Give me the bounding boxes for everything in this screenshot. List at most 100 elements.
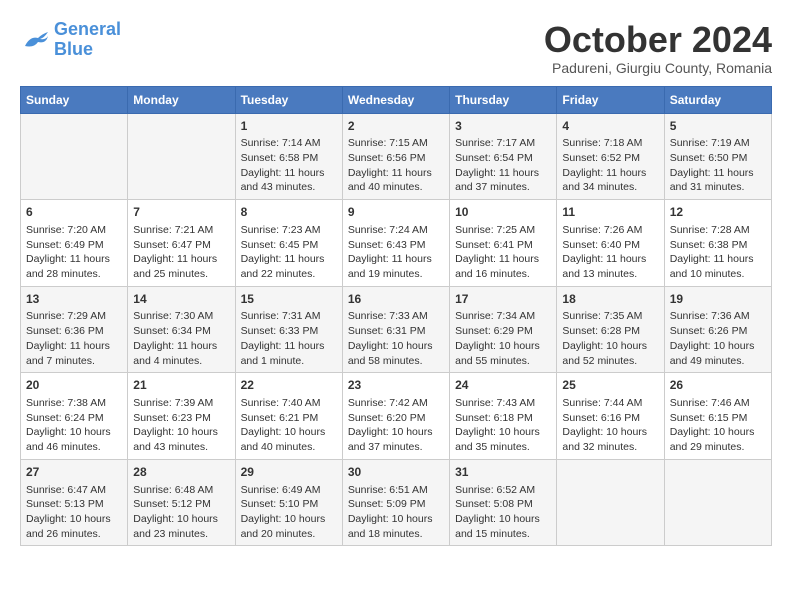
cell-content: Sunrise: 6:51 AM Sunset: 5:09 PM Dayligh…	[348, 483, 444, 542]
cell-content: Sunrise: 7:40 AM Sunset: 6:21 PM Dayligh…	[241, 396, 337, 455]
cell-content: Sunrise: 7:42 AM Sunset: 6:20 PM Dayligh…	[348, 396, 444, 455]
calendar-table: SundayMondayTuesdayWednesdayThursdayFrid…	[20, 86, 772, 547]
cell-content: Sunrise: 6:52 AM Sunset: 5:08 PM Dayligh…	[455, 483, 551, 542]
week-row-5: 27 Sunrise: 6:47 AM Sunset: 5:13 PM Dayli…	[21, 459, 772, 546]
cell-content: Sunrise: 7:34 AM Sunset: 6:29 PM Dayligh…	[455, 309, 551, 368]
day-number: 22	[241, 377, 337, 394]
day-number: 8	[241, 204, 337, 221]
calendar-cell: 15Sunrise: 7:31 AM Sunset: 6:33 PM Dayli…	[235, 286, 342, 373]
day-header-friday: Friday	[557, 86, 664, 113]
day-header-monday: Monday	[128, 86, 235, 113]
day-header-thursday: Thursday	[450, 86, 557, 113]
cell-content: Sunrise: 7:35 AM Sunset: 6:28 PM Dayligh…	[562, 309, 658, 368]
calendar-cell: 23 Sunrise: 7:42 AM Sunset: 6:20 PM Dayli…	[342, 373, 449, 460]
cell-content: Sunrise: 7:18 AM Sunset: 6:52 PM Dayligh…	[562, 136, 658, 195]
cell-content: Sunrise: 7:43 AM Sunset: 6:18 PM Dayligh…	[455, 396, 551, 455]
day-number: 9	[348, 204, 444, 221]
day-number: 12	[670, 204, 766, 221]
calendar-cell: 6Sunrise: 7:20 AM Sunset: 6:49 PM Daylig…	[21, 200, 128, 287]
calendar-cell: 25Sunrise: 7:44 AM Sunset: 6:16 PM Dayli…	[557, 373, 664, 460]
title-block: October 2024 Padureni, Giurgiu County, R…	[544, 20, 772, 76]
day-number: 21	[133, 377, 229, 394]
calendar-cell: 24 Sunrise: 7:43 AM Sunset: 6:18 PM Dayli…	[450, 373, 557, 460]
day-number: 24	[455, 377, 551, 394]
calendar-cell: 21 Sunrise: 7:39 AM Sunset: 6:23 PM Dayli…	[128, 373, 235, 460]
day-number: 1	[241, 118, 337, 135]
calendar-cell	[21, 113, 128, 200]
day-number: 30	[348, 464, 444, 481]
week-row-3: 13Sunrise: 7:29 AM Sunset: 6:36 PM Dayli…	[21, 286, 772, 373]
calendar-cell: 18Sunrise: 7:35 AM Sunset: 6:28 PM Dayli…	[557, 286, 664, 373]
day-number: 14	[133, 291, 229, 308]
logo-text: General Blue	[54, 20, 121, 60]
day-number: 31	[455, 464, 551, 481]
calendar-cell: 14Sunrise: 7:30 AM Sunset: 6:34 PM Dayli…	[128, 286, 235, 373]
calendar-cell: 26Sunrise: 7:46 AM Sunset: 6:15 PM Dayli…	[664, 373, 771, 460]
calendar-cell: 9 Sunrise: 7:24 AM Sunset: 6:43 PM Daylig…	[342, 200, 449, 287]
calendar-cell: 28 Sunrise: 6:48 AM Sunset: 5:12 PM Dayli…	[128, 459, 235, 546]
logo-icon	[20, 28, 50, 52]
calendar-cell: 20 Sunrise: 7:38 AM Sunset: 6:24 PM Dayli…	[21, 373, 128, 460]
cell-content: Sunrise: 7:46 AM Sunset: 6:15 PM Dayligh…	[670, 396, 766, 455]
day-number: 25	[562, 377, 658, 394]
cell-content: Sunrise: 7:30 AM Sunset: 6:34 PM Dayligh…	[133, 309, 229, 368]
calendar-cell: 31 Sunrise: 6:52 AM Sunset: 5:08 PM Dayli…	[450, 459, 557, 546]
day-number: 11	[562, 204, 658, 221]
cell-content: Sunrise: 6:47 AM Sunset: 5:13 PM Dayligh…	[26, 483, 122, 542]
calendar-cell: 1Sunrise: 7:14 AM Sunset: 6:58 PM Daylig…	[235, 113, 342, 200]
calendar-cell: 5Sunrise: 7:19 AM Sunset: 6:50 PM Daylig…	[664, 113, 771, 200]
day-number: 16	[348, 291, 444, 308]
cell-content: Sunrise: 7:20 AM Sunset: 6:49 PM Dayligh…	[26, 223, 122, 282]
cell-content: Sunrise: 7:14 AM Sunset: 6:58 PM Dayligh…	[241, 136, 337, 195]
day-number: 4	[562, 118, 658, 135]
calendar-cell: 4Sunrise: 7:18 AM Sunset: 6:52 PM Daylig…	[557, 113, 664, 200]
calendar-cell: 12Sunrise: 7:28 AM Sunset: 6:38 PM Dayli…	[664, 200, 771, 287]
cell-content: Sunrise: 7:26 AM Sunset: 6:40 PM Dayligh…	[562, 223, 658, 282]
cell-content: Sunrise: 7:15 AM Sunset: 6:56 PM Dayligh…	[348, 136, 444, 195]
calendar-cell: 7 Sunrise: 7:21 AM Sunset: 6:47 PM Daylig…	[128, 200, 235, 287]
calendar-cell: 10Sunrise: 7:25 AM Sunset: 6:41 PM Dayli…	[450, 200, 557, 287]
calendar-cell: 11 Sunrise: 7:26 AM Sunset: 6:40 PM Dayli…	[557, 200, 664, 287]
cell-content: Sunrise: 7:21 AM Sunset: 6:47 PM Dayligh…	[133, 223, 229, 282]
cell-content: Sunrise: 7:24 AM Sunset: 6:43 PM Dayligh…	[348, 223, 444, 282]
day-number: 20	[26, 377, 122, 394]
cell-content: Sunrise: 7:36 AM Sunset: 6:26 PM Dayligh…	[670, 309, 766, 368]
calendar-cell: 17Sunrise: 7:34 AM Sunset: 6:29 PM Dayli…	[450, 286, 557, 373]
cell-content: Sunrise: 6:48 AM Sunset: 5:12 PM Dayligh…	[133, 483, 229, 542]
day-number: 10	[455, 204, 551, 221]
calendar-cell: 27 Sunrise: 6:47 AM Sunset: 5:13 PM Dayli…	[21, 459, 128, 546]
cell-content: Sunrise: 7:33 AM Sunset: 6:31 PM Dayligh…	[348, 309, 444, 368]
day-number: 2	[348, 118, 444, 135]
calendar-body: 1Sunrise: 7:14 AM Sunset: 6:58 PM Daylig…	[21, 113, 772, 546]
calendar-cell: 16Sunrise: 7:33 AM Sunset: 6:31 PM Dayli…	[342, 286, 449, 373]
cell-content: Sunrise: 6:49 AM Sunset: 5:10 PM Dayligh…	[241, 483, 337, 542]
day-number: 27	[26, 464, 122, 481]
calendar-cell: 2Sunrise: 7:15 AM Sunset: 6:56 PM Daylig…	[342, 113, 449, 200]
calendar-cell	[664, 459, 771, 546]
location-subtitle: Padureni, Giurgiu County, Romania	[544, 60, 772, 76]
week-row-2: 6Sunrise: 7:20 AM Sunset: 6:49 PM Daylig…	[21, 200, 772, 287]
day-header-tuesday: Tuesday	[235, 86, 342, 113]
day-number: 28	[133, 464, 229, 481]
day-number: 18	[562, 291, 658, 308]
day-header-sunday: Sunday	[21, 86, 128, 113]
cell-content: Sunrise: 7:31 AM Sunset: 6:33 PM Dayligh…	[241, 309, 337, 368]
cell-content: Sunrise: 7:23 AM Sunset: 6:45 PM Dayligh…	[241, 223, 337, 282]
day-number: 17	[455, 291, 551, 308]
calendar-cell: 22 Sunrise: 7:40 AM Sunset: 6:21 PM Dayli…	[235, 373, 342, 460]
header-row: SundayMondayTuesdayWednesdayThursdayFrid…	[21, 86, 772, 113]
calendar-cell: 29Sunrise: 6:49 AM Sunset: 5:10 PM Dayli…	[235, 459, 342, 546]
day-number: 7	[133, 204, 229, 221]
day-header-saturday: Saturday	[664, 86, 771, 113]
day-number: 23	[348, 377, 444, 394]
cell-content: Sunrise: 7:39 AM Sunset: 6:23 PM Dayligh…	[133, 396, 229, 455]
day-number: 13	[26, 291, 122, 308]
day-number: 19	[670, 291, 766, 308]
calendar-cell: 8 Sunrise: 7:23 AM Sunset: 6:45 PM Daylig…	[235, 200, 342, 287]
cell-content: Sunrise: 7:17 AM Sunset: 6:54 PM Dayligh…	[455, 136, 551, 195]
calendar-cell	[128, 113, 235, 200]
calendar-cell: 3Sunrise: 7:17 AM Sunset: 6:54 PM Daylig…	[450, 113, 557, 200]
logo: General Blue	[20, 20, 121, 60]
cell-content: Sunrise: 7:38 AM Sunset: 6:24 PM Dayligh…	[26, 396, 122, 455]
calendar-cell: 30 Sunrise: 6:51 AM Sunset: 5:09 PM Dayli…	[342, 459, 449, 546]
